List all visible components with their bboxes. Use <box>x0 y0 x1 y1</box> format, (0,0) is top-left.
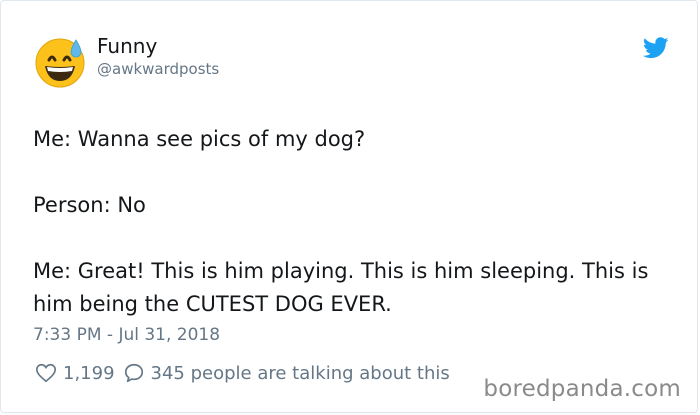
tweet-actions: 1,199 345 people are talking about this <box>35 359 450 387</box>
tweet-card: Funny @awkwardposts Me: Wanna see pics o… <box>0 0 698 413</box>
comment-bubble-icon[interactable] <box>123 362 145 384</box>
tweet-line-3: Me: Great! This is him playing. This is … <box>33 259 649 316</box>
tweet-timestamp[interactable]: 7:33 PM - Jul 31, 2018 <box>33 323 220 347</box>
talking-count-link[interactable]: 345 people are talking about this <box>151 363 450 384</box>
grinning-sweat-emoji-icon[interactable] <box>34 36 86 88</box>
twitter-bird-icon[interactable] <box>643 37 669 59</box>
tweet-text: Me: Wanna see pics of my dog? Person: No… <box>33 123 683 321</box>
user-handle[interactable]: @awkwardposts <box>97 60 219 78</box>
like-count: 1,199 <box>63 362 115 384</box>
heart-icon[interactable] <box>35 362 57 384</box>
tweet-line-1: Me: Wanna see pics of my dog? <box>33 127 366 151</box>
display-name[interactable]: Funny <box>97 34 157 58</box>
tweet-line-2: Person: No <box>33 193 146 217</box>
source-watermark: boredpanda.com <box>483 376 681 402</box>
